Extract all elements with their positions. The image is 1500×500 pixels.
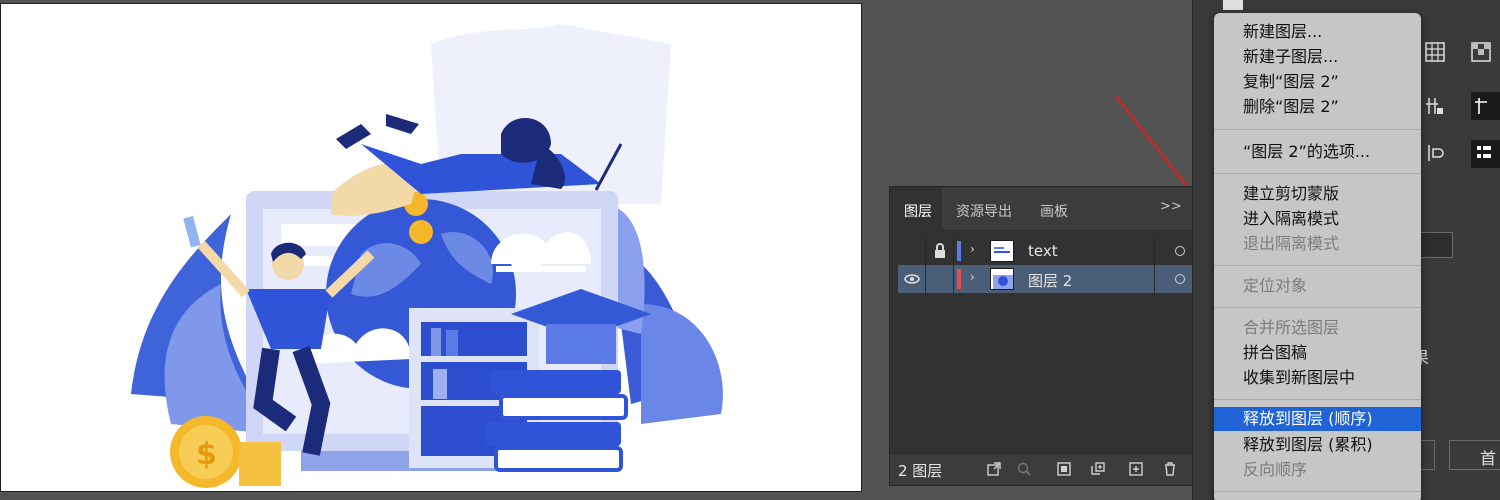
layers-panel: 图层 资源导出 画板 >> › text › 图层 2 2 图层	[889, 186, 1213, 486]
expand-chevron-icon[interactable]: ›	[970, 270, 975, 284]
layer-name[interactable]: 图层 2	[1028, 270, 1072, 291]
panel-tab-indicator	[1223, 0, 1243, 10]
align-toggle-active[interactable]	[1471, 140, 1500, 168]
delete-icon[interactable]	[1162, 461, 1178, 477]
menu-item-duplicate-layer[interactable]: 复制“图层 2”	[1243, 71, 1339, 93]
tab-layers[interactable]: 图层	[904, 201, 932, 221]
svg-text:$: $	[196, 437, 217, 472]
clipping-mask-icon[interactable]	[1056, 461, 1072, 477]
partial-button-right[interactable]: 首	[1449, 440, 1500, 470]
menu-item-exit-isolation: 退出隔离模式	[1243, 234, 1340, 253]
snap-toggle-active[interactable]	[1471, 92, 1500, 120]
layer-color-bar	[957, 269, 961, 289]
menu-item-merge-selected: 合并所选图层	[1243, 318, 1340, 337]
menu-item-enter-isolation[interactable]: 进入隔离模式	[1243, 208, 1339, 230]
menu-separator	[1214, 265, 1421, 266]
layers-panel-menu: 新建图层... 新建子图层... 复制“图层 2” 删除“图层 2” “图层 2…	[1214, 13, 1421, 500]
layer-row-layer2[interactable]: › 图层 2	[898, 265, 1210, 293]
menu-item-release-sequence[interactable]: 释放到图层 (顺序)	[1243, 408, 1373, 430]
menu-separator	[1214, 173, 1421, 174]
tab-artboards[interactable]: 画板	[1040, 201, 1068, 221]
menu-item-new-sublayer[interactable]: 新建子图层...	[1243, 46, 1338, 68]
visibility-toggle[interactable]	[898, 265, 926, 293]
layer-row-text[interactable]: › text	[898, 237, 1210, 265]
menu-separator	[1214, 399, 1421, 400]
menu-item-collect-new-layer[interactable]: 收集到新图层中	[1243, 367, 1355, 389]
menu-separator	[1214, 307, 1421, 308]
panel-tabbar: 图层 资源导出 画板 >>	[890, 187, 1212, 231]
layer-thumbnail	[990, 240, 1014, 262]
menu-item-release-build[interactable]: 释放到图层 (累积)	[1243, 434, 1373, 456]
illustration: $	[131, 24, 723, 488]
menu-item-locate-object: 定位对象	[1243, 276, 1308, 295]
target-circle-icon[interactable]	[1175, 274, 1185, 284]
new-sublayer-icon[interactable]	[1090, 461, 1106, 477]
new-layer-icon[interactable]	[1128, 461, 1144, 477]
pixel-snap-icon[interactable]	[1425, 143, 1445, 163]
snap-lock-icon[interactable]	[1425, 96, 1445, 116]
menu-item-reverse-order: 反向顺序	[1243, 460, 1308, 479]
eye-icon	[904, 274, 920, 284]
layer-count: 2 图层	[898, 462, 943, 480]
layer-color-bar	[957, 241, 961, 261]
lock-icon	[935, 243, 945, 258]
layer-name[interactable]: text	[1028, 242, 1058, 260]
transparency-grid-icon[interactable]	[1471, 42, 1491, 62]
more-tabs-icon[interactable]: >>	[1160, 199, 1182, 214]
menu-separator	[1214, 491, 1421, 492]
menu-item-flatten-artwork[interactable]: 拼合图稿	[1243, 342, 1307, 364]
menu-item-make-clipping-mask[interactable]: 建立剪切蒙版	[1243, 183, 1339, 205]
export-icon[interactable]	[986, 461, 1002, 477]
tab-asset-export[interactable]: 资源导出	[956, 201, 1012, 221]
artboard-canvas[interactable]: $	[0, 3, 862, 492]
layer-thumbnail	[990, 268, 1014, 290]
lock-toggle[interactable]	[926, 237, 954, 265]
menu-item-layer-options[interactable]: “图层 2”的选项...	[1243, 141, 1370, 163]
grid-icon[interactable]	[1425, 42, 1445, 62]
panel-footer: 2 图层	[890, 453, 1212, 485]
visibility-toggle[interactable]	[898, 237, 926, 265]
menu-item-delete-layer[interactable]: 删除“图层 2”	[1243, 96, 1339, 118]
target-circle-icon[interactable]	[1175, 246, 1185, 256]
locate-object-icon[interactable]	[1016, 461, 1032, 477]
partial-button-label: 首	[1480, 449, 1497, 468]
lock-toggle[interactable]	[926, 265, 954, 293]
menu-separator	[1214, 129, 1421, 130]
menu-item-new-layer[interactable]: 新建图层...	[1243, 21, 1322, 43]
expand-chevron-icon[interactable]: ›	[970, 242, 975, 256]
